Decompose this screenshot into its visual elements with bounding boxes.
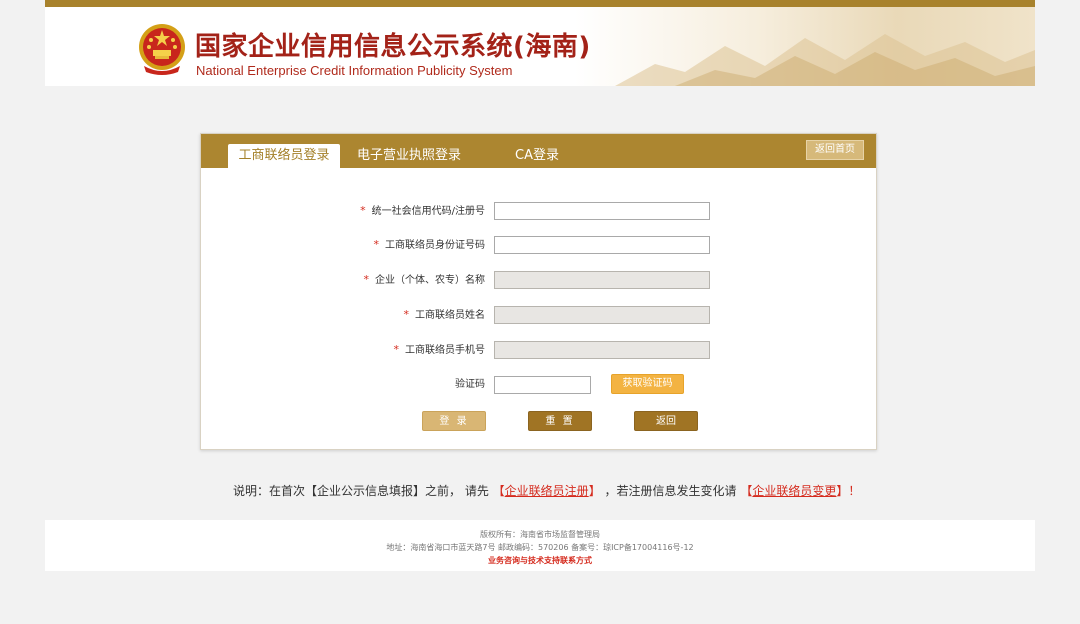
footer-address: 地址：海南省海口市蓝天路7号 邮政编码：570206 备案号：琼ICP备1700… (386, 543, 694, 552)
credit-code-label: * 统一社会信用代码/注册号 (360, 204, 485, 217)
site-title-chinese: 国家企业信用信息公示系统(海南) (195, 32, 591, 62)
required-mark: * (403, 308, 410, 321)
back-button[interactable]: 返回 (634, 411, 698, 431)
required-mark: * (373, 238, 380, 251)
liaison-name-input (494, 306, 710, 324)
site-footer: 版权所有：海南省市场监督管理局 地址：海南省海口市蓝天路7号 邮政编码：5702… (45, 520, 1035, 571)
instruction-note: 说明：在首次【企业公示信息填报】之前， 请先 【企业联络员注册】 ，若注册信息发… (233, 482, 860, 499)
liaison-phone-input (494, 341, 710, 359)
note-bracket: 【 (740, 484, 753, 498)
credit-code-input[interactable] (494, 202, 710, 220)
required-mark: * (360, 204, 366, 217)
national-emblem-icon (139, 24, 185, 75)
form-row-credit-code: * 统一社会信用代码/注册号 (201, 202, 876, 222)
enterprise-name-label: * 企业（个体、农专）名称 (363, 273, 486, 286)
site-header: 国家企业信用信息公示系统(海南) National Enterprise Cre… (45, 0, 1035, 86)
footer-contact-link[interactable]: 业务咨询与技术支持联系方式 (45, 554, 1035, 567)
tab-liaison-login[interactable]: 工商联络员登录 (228, 144, 340, 168)
form-row-liaison-name: * 工商联络员姓名 (201, 306, 876, 326)
form-row-id-number: * 工商联络员身份证号码 (201, 236, 876, 256)
liaison-register-link[interactable]: 企业联络员注册 (505, 484, 589, 498)
note-bracket: 【 (492, 484, 505, 498)
id-number-label: * 工商联络员身份证号码 (373, 238, 486, 251)
liaison-change-link[interactable]: 企业联络员变更 (752, 484, 836, 498)
reset-button[interactable]: 重 置 (528, 411, 592, 431)
required-mark: * (363, 273, 370, 286)
login-tab-bar: 工商联络员登录 电子营业执照登录 CA登录 返回首页 (201, 134, 876, 168)
liaison-name-label: * 工商联络员姓名 (403, 308, 486, 321)
login-button[interactable]: 登 录 (422, 411, 486, 431)
form-row-liaison-phone: * 工商联络员手机号 (201, 341, 876, 361)
note-bracket: 】 (588, 484, 601, 498)
id-number-input[interactable] (494, 236, 710, 254)
tab-ca-login[interactable]: CA登录 (497, 144, 577, 168)
note-middle: ，若注册信息发生变化请 (604, 484, 737, 498)
back-home-button[interactable]: 返回首页 (806, 140, 864, 160)
site-title-english: National Enterprise Credit Information P… (196, 63, 513, 78)
liaison-phone-label: * 工商联络员手机号 (393, 343, 486, 356)
mountain-illustration (615, 34, 1035, 86)
login-panel: 工商联络员登录 电子营业执照登录 CA登录 返回首页 * 统一社会信用代码/注册号… (200, 133, 877, 450)
captcha-label: 验证码 (455, 379, 485, 390)
captcha-input[interactable] (494, 376, 591, 394)
footer-copyright: 版权所有：海南省市场监督管理局 (480, 530, 600, 539)
get-code-button[interactable]: 获取验证码 (611, 374, 684, 394)
form-row-captcha: 验证码 获取验证码 (201, 374, 876, 396)
enterprise-name-input (494, 271, 710, 289)
note-bracket: 】！ (836, 484, 861, 498)
required-mark: * (393, 343, 400, 356)
tab-electronic-license-login[interactable]: 电子营业执照登录 (349, 144, 469, 168)
note-prefix: 说明：在首次【企业公示信息填报】之前， 请先 (233, 484, 489, 498)
form-row-enterprise-name: * 企业（个体、农专）名称 (201, 271, 876, 291)
header-top-bar (45, 0, 1035, 7)
header-mountain-background (575, 7, 1035, 86)
